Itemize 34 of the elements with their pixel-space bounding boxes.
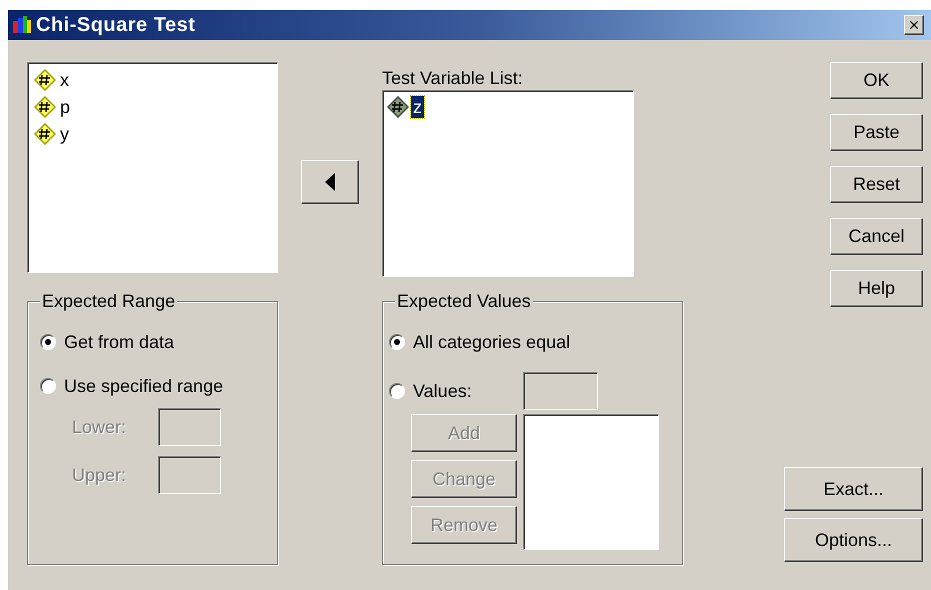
radio-label: Values: [413,380,472,402]
dialog-button[interactable]: Paste [830,114,923,151]
values-list[interactable] [523,414,659,550]
radio-label: All categories equal [413,330,570,354]
numeric-variable-icon [34,68,56,90]
test-variable-list[interactable]: z [382,90,634,277]
dialog-button[interactable]: Help [830,270,923,307]
radio-button[interactable] [389,383,405,399]
radio-label: Get from data [64,330,174,354]
variable-item[interactable]: x [58,68,71,90]
dialog-button[interactable]: OK [830,62,923,99]
dialog-button[interactable]: Cancel [830,218,923,255]
variable-item[interactable]: y [58,122,71,144]
dialog-button[interactable]: Exact... [784,467,923,511]
dialog-button[interactable]: Reset [830,166,923,203]
variable-item[interactable]: p [58,96,72,118]
dialog-button[interactable]: Options... [784,518,923,562]
app-icon [12,15,32,35]
left-arrow-icon [325,173,335,191]
numeric-variable-icon [387,96,409,118]
move-left-button[interactable] [301,160,359,204]
radio-button[interactable] [40,334,56,350]
radio-button[interactable] [40,378,56,394]
window-title: Chi-Square Test [36,13,196,38]
close-button[interactable]: × [904,15,924,35]
numeric-variable-icon [34,122,56,144]
field-label: Lower: [72,416,128,438]
radio-button[interactable] [389,334,405,350]
list-label: Test Variable List: [382,67,524,90]
radio-label: Use specified range [64,374,224,398]
numeric-variable-icon [34,96,56,118]
variable-item[interactable]: z [411,96,424,118]
field-label: Upper: [72,464,128,487]
source-variable-list[interactable]: x p y [27,62,278,273]
